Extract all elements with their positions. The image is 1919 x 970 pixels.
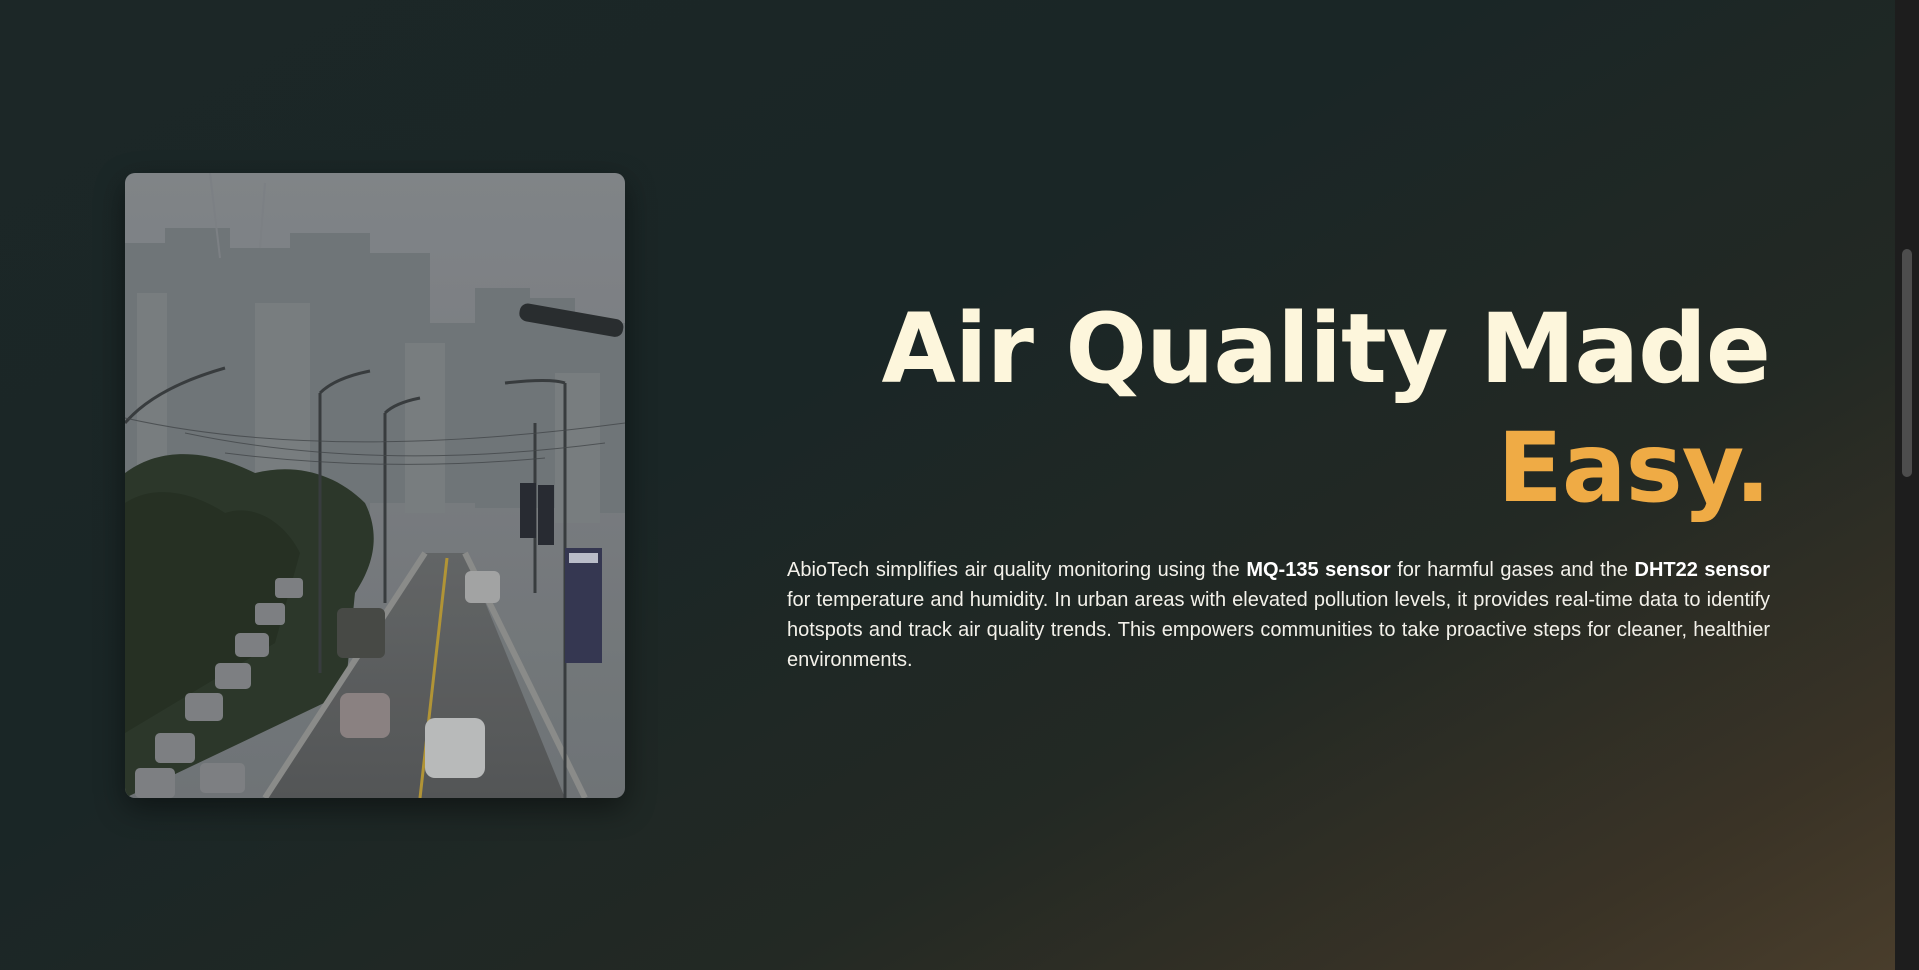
scrollbar-thumb[interactable] [1902,249,1912,477]
hero-title-line1: Air Quality Made [881,293,1771,405]
description-text: for temperature and humidity. In urban a… [787,589,1770,671]
city-highway-photo [125,173,625,798]
description-text: for harmful gases and the [1390,559,1635,581]
page-scrollbar[interactable] [1895,0,1919,970]
hero-title: Air Quality Made Easy. [787,290,1771,528]
hero-section: Air Quality Made Easy. AbioTech simplifi… [0,0,1895,970]
hero-text-block: Air Quality Made Easy. AbioTech simplifi… [787,290,1771,675]
mq135-sensor-highlight: MQ-135 sensor [1246,559,1391,581]
hero-title-accent: Easy. [1497,412,1771,524]
hero-image [125,173,625,798]
hero-description: AbioTech simplifies air quality monitori… [787,555,1770,675]
description-text: AbioTech simplifies air quality monitori… [787,559,1247,581]
dht22-sensor-highlight: DHT22 sensor [1634,559,1770,581]
